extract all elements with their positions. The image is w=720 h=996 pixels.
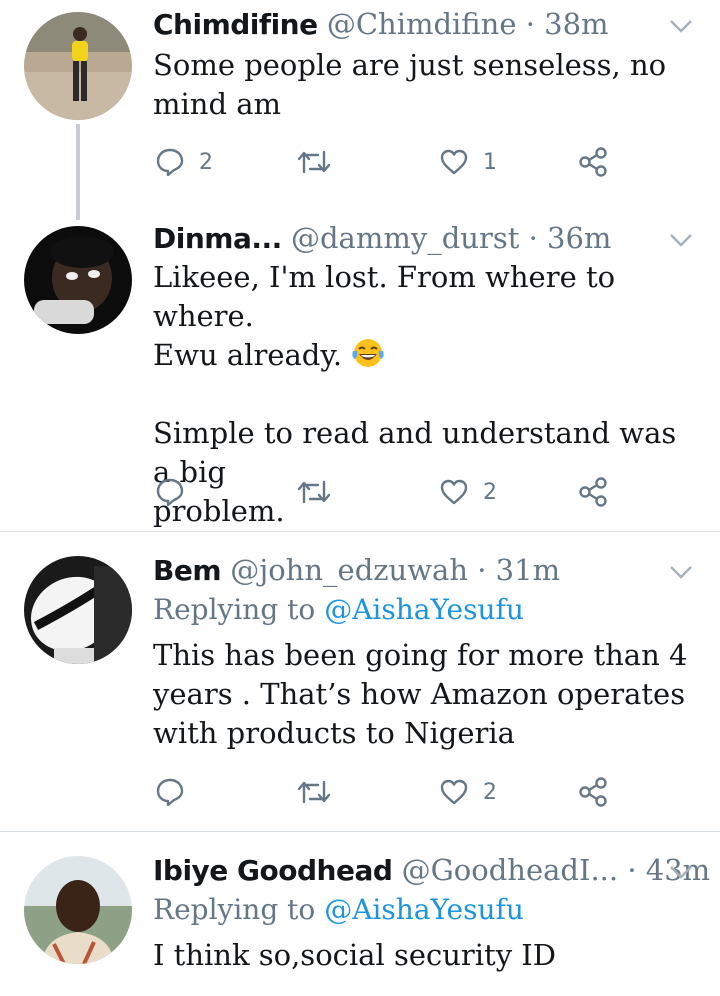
like-button[interactable]: 2 — [439, 475, 497, 509]
chevron-down-icon[interactable] — [668, 230, 694, 250]
replying-to: Replying to @AishaYesufu — [153, 592, 524, 628]
tweet-header: Ibiye Goodhead @GoodheadI... · 43m — [153, 852, 710, 889]
separator-dot: · — [477, 553, 487, 587]
author-handle[interactable]: @Chimdifine — [327, 7, 517, 41]
reply-icon — [156, 148, 184, 177]
tweet-actions: 2 1 — [155, 145, 625, 179]
timestamp[interactable]: 31m — [496, 553, 560, 587]
text-line: I think so,social security ID — [153, 938, 557, 972]
tweet-text: I think so,social security ID — [153, 936, 694, 975]
share-button[interactable] — [577, 775, 609, 809]
separator-dot: · — [525, 7, 535, 41]
like-count: 1 — [483, 149, 497, 175]
chevron-down-icon[interactable] — [668, 562, 694, 582]
replying-to: Replying to @AishaYesufu — [153, 892, 524, 928]
share-icon — [579, 147, 607, 177]
replying-prefix: Replying to — [153, 893, 316, 926]
retweet-button[interactable] — [297, 775, 345, 809]
chevron-down-icon[interactable] — [668, 16, 694, 36]
avatar[interactable] — [24, 226, 132, 334]
retweet-button[interactable] — [297, 145, 345, 179]
reply-button[interactable] — [155, 475, 199, 509]
author-name[interactable]: Dinma... — [153, 222, 282, 255]
tweet-header: Chimdifine @Chimdifine · 38m — [153, 6, 660, 43]
retweet-icon — [297, 150, 331, 174]
reply-button[interactable]: 2 — [155, 145, 213, 179]
author-name[interactable]: Bem — [153, 554, 222, 587]
author-handle[interactable]: @dammy_durst — [291, 221, 519, 255]
avatar[interactable] — [24, 12, 132, 120]
mention-link[interactable]: @AishaYesufu — [324, 593, 524, 626]
retweet-icon — [297, 480, 331, 504]
author-handle[interactable]: @john_edzuwah — [230, 553, 468, 587]
text-line: Ewu already. — [153, 338, 343, 372]
tweet-header: Dinma... @dammy_durst · 36m — [153, 220, 660, 257]
reply-count: 2 — [199, 149, 213, 175]
share-icon — [579, 777, 607, 807]
replying-prefix: Replying to — [153, 593, 316, 626]
text-line — [153, 375, 694, 414]
reply-icon — [156, 478, 184, 507]
author-name[interactable]: Chimdifine — [153, 8, 318, 41]
retweet-button[interactable] — [297, 475, 345, 509]
tweet[interactable]: Dinma... @dammy_durst · 36m Likeee, I'm … — [0, 200, 720, 530]
timestamp[interactable]: 38m — [544, 7, 608, 41]
tweet-header: Bem @john_edzuwah · 31m — [153, 552, 660, 589]
avatar[interactable] — [24, 556, 132, 664]
chevron-down-icon[interactable] — [668, 862, 694, 882]
timestamp[interactable]: 36m — [547, 221, 611, 255]
text-line: with products to Nigeria — [153, 716, 515, 750]
reply-button[interactable] — [155, 775, 199, 809]
text-line: Likeee, I'm lost. From where to where. — [153, 260, 616, 333]
like-button[interactable]: 2 — [439, 775, 497, 809]
tweet-text: This has been going for more than 4 year… — [153, 636, 694, 753]
author-handle[interactable]: @GoodheadI... — [402, 853, 618, 887]
retweet-icon — [297, 780, 331, 804]
text-line: This has been going for more than 4 — [153, 638, 688, 672]
like-count: 2 — [483, 779, 497, 805]
share-button[interactable] — [577, 145, 609, 179]
separator-dot: · — [627, 853, 637, 887]
tweet-actions: 2 — [155, 475, 625, 509]
mention-link[interactable]: @AishaYesufu — [324, 893, 524, 926]
avatar[interactable] — [24, 856, 132, 964]
separator-dot: · — [528, 221, 538, 255]
face-with-tears-of-joy-icon — [352, 339, 384, 367]
heart-icon — [440, 779, 468, 805]
author-name[interactable]: Ibiye Goodhead — [153, 854, 393, 887]
like-button[interactable]: 1 — [439, 145, 497, 179]
like-count: 2 — [483, 479, 497, 505]
heart-icon — [440, 149, 468, 175]
text-line: Some people are just senseless, no — [153, 48, 667, 82]
tweet[interactable]: Chimdifine @Chimdifine · 38m Some people… — [0, 0, 720, 200]
heart-icon — [440, 479, 468, 505]
share-icon — [579, 477, 607, 507]
text-line: years . That’s how Amazon operates — [153, 677, 686, 711]
share-button[interactable] — [577, 475, 609, 509]
tweet[interactable]: Bem @john_edzuwah · 31m Replying to @Ais… — [0, 532, 720, 830]
tweet-text: Some people are just senseless, no mind … — [153, 46, 694, 124]
reply-icon — [156, 778, 184, 807]
text-line: mind am — [153, 87, 282, 121]
tweet[interactable]: Ibiye Goodhead @GoodheadI... · 43m Reply… — [0, 832, 720, 996]
text-line-with-emoji: Ewu already. — [153, 336, 694, 375]
tweet-actions: 2 — [155, 775, 625, 809]
